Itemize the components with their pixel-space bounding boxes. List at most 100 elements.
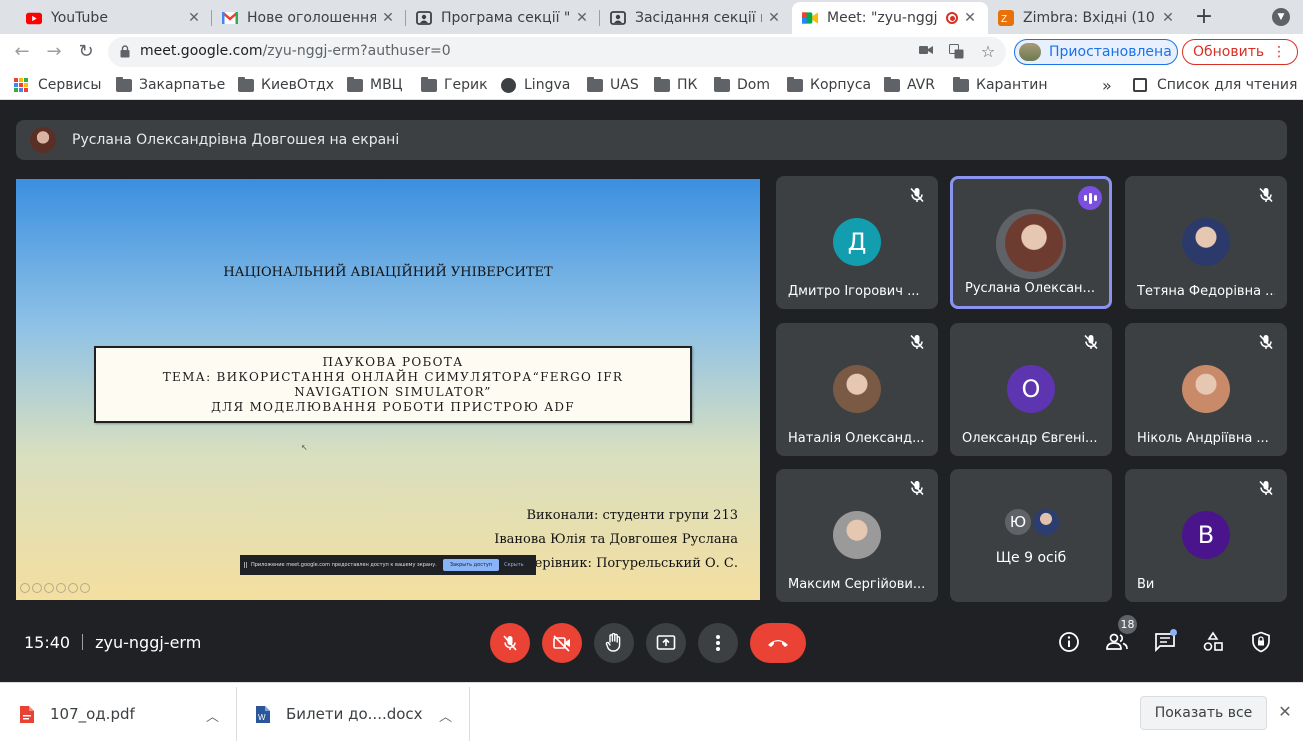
close-icon[interactable]: ✕ bbox=[186, 10, 202, 26]
participant-tile[interactable]: Максим Сергійови... bbox=[776, 469, 938, 602]
camera-toggle-button[interactable] bbox=[542, 623, 582, 663]
bookmark-folder[interactable]: Карантин bbox=[953, 76, 1048, 94]
youtube-icon bbox=[26, 10, 42, 26]
participant-tile[interactable]: Наталія Олександ... bbox=[776, 323, 938, 456]
raise-hand-button[interactable] bbox=[594, 623, 634, 663]
participant-avatar bbox=[1005, 214, 1063, 272]
host-controls-button[interactable] bbox=[1249, 630, 1273, 654]
tab-title: Засідання секції кс bbox=[635, 10, 762, 26]
meet-page-icon bbox=[416, 10, 432, 26]
tab-youtube[interactable]: YouTube ✕ bbox=[16, 2, 212, 34]
close-icon[interactable]: ✕ bbox=[766, 10, 782, 26]
participant-tile[interactable]: В Ви bbox=[1125, 469, 1287, 602]
slide-topic-line: ДЛЯ МОДЕЛЮВАННЯ РОБОТИ ПРИСТРОЮ ADF bbox=[211, 399, 575, 414]
bookmark-folder[interactable]: Закарпатье bbox=[116, 76, 225, 94]
tab-meet-active[interactable]: Meet: "zyu-nggj ✕ bbox=[792, 2, 988, 34]
mouse-cursor-icon: ↖ bbox=[301, 443, 308, 452]
tab-title: Zimbra: Вхідні (10 bbox=[1023, 10, 1155, 26]
close-shelf-icon[interactable]: ✕ bbox=[1276, 703, 1294, 721]
tab-program[interactable]: Програма секції "А ✕ bbox=[406, 2, 600, 34]
presenting-text: Руслана Олександрівна Довгошея на екрані bbox=[72, 132, 400, 148]
bookmark-link[interactable]: Lingva bbox=[501, 76, 570, 94]
leave-call-button[interactable] bbox=[750, 623, 806, 663]
download-item-pdf[interactable]: 107_од.pdf ︿ bbox=[0, 683, 236, 744]
download-item-docx[interactable]: W Билети до....docx ︿ bbox=[236, 683, 469, 744]
bookmarks-bar: Сервисы Закарпатье КиевОтдх МВЦ Герик Li… bbox=[0, 70, 1303, 100]
bookmark-folder[interactable]: МВЦ bbox=[347, 76, 403, 94]
tab-title: YouTube bbox=[51, 10, 108, 26]
tab-strip: YouTube ✕ Нове оголошення ✕ Програма сек… bbox=[0, 0, 1303, 34]
meet-page-icon bbox=[610, 10, 626, 26]
slide-topic-line: NAVIGATION SIMULATOR” bbox=[294, 384, 492, 399]
slide-supervisor: Керівник: Погурельський О. С. bbox=[524, 556, 738, 571]
mic-off-icon bbox=[908, 186, 926, 204]
participant-tile[interactable]: Руслана Олексан... bbox=[950, 176, 1112, 309]
tab-gmail[interactable]: Нове оголошення ✕ bbox=[212, 2, 406, 34]
reading-list-icon bbox=[1133, 78, 1147, 92]
reading-list-button[interactable]: Список для чтения bbox=[1133, 76, 1297, 94]
camera-in-use-icon[interactable] bbox=[918, 44, 934, 60]
address-bar[interactable]: meet.google.com/zyu-nggj-erm?authuser=0 … bbox=[108, 37, 1006, 67]
tab-session[interactable]: Засідання секції кс ✕ bbox=[600, 2, 792, 34]
forward-arrow-icon[interactable]: → bbox=[42, 40, 66, 64]
participant-name: Максим Сергійови... bbox=[788, 577, 926, 592]
profile-button[interactable]: Приостановлена bbox=[1014, 39, 1178, 65]
bookmark-folder[interactable]: Dom bbox=[714, 76, 770, 94]
participant-name: Наталія Олександ... bbox=[788, 431, 925, 446]
lock-icon[interactable] bbox=[120, 45, 130, 58]
bookmark-folder[interactable]: ПК bbox=[654, 76, 697, 94]
present-screen-icon bbox=[656, 635, 676, 650]
chevron-up-icon[interactable]: ︿ bbox=[206, 706, 219, 725]
participant-tile[interactable]: Ю Ще 9 осіб bbox=[950, 469, 1112, 602]
shared-screen[interactable]: НАЦІОНАЛЬНИЙ АВІАЦІЙНИЙ УНІВЕРСИТЕТ ПАУК… bbox=[16, 179, 760, 600]
participant-tile[interactable]: Ніколь Андріївна ... bbox=[1125, 323, 1287, 456]
new-tab-button[interactable]: + bbox=[1192, 4, 1216, 30]
update-button[interactable]: Обновить ⋮ bbox=[1182, 39, 1298, 65]
more-vert-icon[interactable]: ⋮ bbox=[1272, 44, 1286, 60]
back-arrow-icon[interactable]: ← bbox=[10, 40, 34, 64]
folder-icon bbox=[787, 76, 803, 92]
bookmark-star-icon[interactable]: ☆ bbox=[980, 44, 996, 60]
bookmark-label: Корпуса bbox=[810, 77, 872, 93]
close-icon[interactable]: ✕ bbox=[1160, 10, 1176, 26]
folder-icon bbox=[714, 76, 730, 92]
bookmark-folder[interactable]: Герик bbox=[421, 76, 488, 94]
pdf-file-icon bbox=[20, 705, 34, 723]
meet-stage: Руслана Олександрівна Довгошея на екрані… bbox=[0, 101, 1303, 682]
url-text[interactable]: meet.google.com/zyu-nggj-erm?authuser=0 bbox=[140, 43, 451, 59]
activities-button[interactable] bbox=[1201, 630, 1225, 654]
close-icon[interactable]: ✕ bbox=[962, 10, 978, 26]
tab-search-chevron-icon[interactable]: ▼ bbox=[1272, 8, 1290, 26]
bookmark-folder[interactable]: Корпуса bbox=[787, 76, 871, 94]
participant-tile[interactable]: О Олександр Євгені... bbox=[950, 323, 1112, 456]
bookmark-folder[interactable]: UAS bbox=[587, 76, 639, 94]
bookmark-services[interactable]: Сервисы bbox=[14, 76, 101, 94]
bookmark-label: МВЦ bbox=[370, 77, 403, 93]
chevron-up-icon[interactable]: ︿ bbox=[439, 706, 452, 725]
tab-zimbra[interactable]: Z Zimbra: Вхідні (10 ✕ bbox=[988, 2, 1186, 34]
divider bbox=[469, 687, 470, 741]
meeting-time: 15:40 bbox=[24, 633, 71, 652]
translate-icon[interactable] bbox=[948, 44, 964, 60]
bookmark-label: Lingva bbox=[524, 77, 571, 93]
present-now-button[interactable] bbox=[646, 623, 686, 663]
call-end-icon bbox=[768, 640, 788, 647]
mic-off-icon bbox=[503, 635, 517, 651]
zimbra-icon: Z bbox=[998, 10, 1014, 26]
bookmarks-overflow-chevron[interactable]: » bbox=[1102, 76, 1112, 95]
unread-dot bbox=[1170, 629, 1177, 636]
share-notice-text: Приложение meet.google.com предоставлен … bbox=[251, 562, 437, 568]
meeting-details-button[interactable] bbox=[1057, 630, 1081, 654]
participant-tile[interactable]: Тетяна Федорівна ... bbox=[1125, 176, 1287, 309]
close-icon[interactable]: ✕ bbox=[380, 10, 396, 26]
participant-tile[interactable]: Д Дмитро Ігорович ... bbox=[776, 176, 938, 309]
more-options-button[interactable] bbox=[698, 623, 738, 663]
microphone-toggle-button[interactable] bbox=[490, 623, 530, 663]
mic-off-icon bbox=[1257, 186, 1275, 204]
reload-icon[interactable]: ↻ bbox=[74, 40, 98, 64]
close-icon[interactable]: ✕ bbox=[574, 10, 590, 26]
show-all-downloads-button[interactable]: Показать все bbox=[1140, 696, 1267, 730]
bookmark-folder[interactable]: КиевОтдх bbox=[238, 76, 334, 94]
bookmark-folder[interactable]: AVR bbox=[884, 76, 935, 94]
docx-file-icon: W bbox=[256, 705, 270, 723]
